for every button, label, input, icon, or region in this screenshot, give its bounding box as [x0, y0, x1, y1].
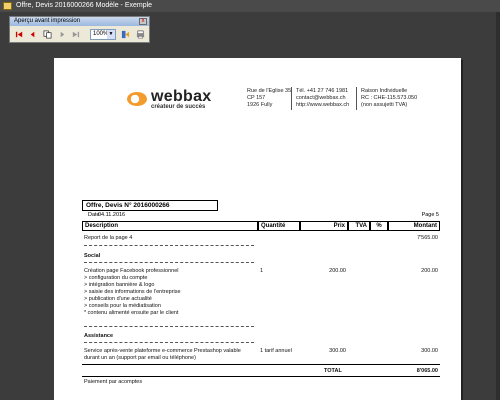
- col-percent: %: [370, 221, 388, 231]
- item-quantity: 1 tarif annuel: [260, 348, 292, 354]
- payment-note: Paiement par acomptes: [84, 379, 143, 385]
- first-page-icon[interactable]: [14, 29, 25, 40]
- company-contact: Tél. +41 27 746 1981 contact@webbax.ch h…: [296, 88, 350, 108]
- app-icon: [3, 2, 12, 10]
- item-price: 200.00: [329, 268, 346, 274]
- company-legal: Raison Individuelle RC : CHE-115.573.050…: [361, 88, 418, 108]
- col-price: Prix: [300, 221, 348, 231]
- item-amount: 200.00: [421, 268, 438, 274]
- company-address: Rue de l'Eglise 35 CP 157 1926 Fully: [247, 88, 292, 108]
- next-page-icon[interactable]: [57, 29, 68, 40]
- report-label: Report de la page 4: [84, 235, 133, 241]
- window-titlebar: Offre, Devis 2016000266 Modèle - Exemple: [0, 0, 500, 12]
- print-icon[interactable]: [135, 29, 146, 40]
- item-description: Service après-vente plateforme e-commerc…: [84, 348, 241, 361]
- section-divider: [84, 262, 254, 263]
- section-divider: [84, 245, 254, 246]
- section-title-assistance: Assistance: [84, 333, 114, 339]
- toolbar-window-title: Aperçu avant impression: [14, 18, 81, 24]
- exit-icon[interactable]: [120, 29, 131, 40]
- section-title-social: Social: [84, 253, 101, 259]
- section-divider: [84, 326, 254, 327]
- date-value: 04.11.2016: [98, 212, 126, 218]
- right-edge: [496, 12, 500, 400]
- window-title: Offre, Devis 2016000266 Modèle - Exemple: [16, 2, 153, 9]
- last-page-icon[interactable]: [70, 29, 81, 40]
- previous-page-icon[interactable]: [27, 29, 38, 40]
- company-logo: webbax créateur de succès: [127, 88, 247, 112]
- item-description: Création page Facebook professionnel > c…: [84, 268, 181, 316]
- col-amount: Montant: [388, 221, 440, 231]
- page-number: Page 5: [421, 212, 439, 218]
- col-tva: TVA: [348, 221, 370, 231]
- brand-tagline: créateur de succès: [151, 104, 206, 110]
- document-page: webbax créateur de succès Rue de l'Eglis…: [54, 58, 461, 400]
- toolbar-window-titlebar: Aperçu avant impression x: [10, 17, 149, 26]
- total-label: TOTAL: [324, 368, 342, 374]
- col-description: Description: [82, 221, 258, 231]
- preview-toolbar: 100% ▼: [10, 26, 149, 43]
- col-quantity: Quantité: [258, 221, 300, 231]
- logo-mark-icon: [127, 92, 147, 106]
- document-title: Offre, Devis N° 2016000266: [82, 200, 218, 211]
- header-divider: [356, 87, 357, 110]
- close-icon[interactable]: x: [139, 18, 147, 25]
- print-preview-toolbar-window: Aperçu avant impression x 100% ▼: [9, 16, 150, 43]
- total-divider: [82, 376, 440, 377]
- section-divider: [84, 342, 254, 343]
- chevron-down-icon[interactable]: ▼: [107, 30, 115, 39]
- total-divider: [82, 364, 440, 365]
- item-amount: 300.00: [421, 348, 438, 354]
- header-divider: [291, 87, 292, 110]
- report-value: 7'565.00: [417, 235, 438, 241]
- item-price: 300.00: [329, 348, 346, 354]
- copy-icon[interactable]: [42, 29, 53, 40]
- zoom-select[interactable]: 100% ▼: [90, 29, 116, 40]
- item-quantity: 1: [260, 268, 264, 274]
- total-value: 8'065.00: [416, 368, 438, 374]
